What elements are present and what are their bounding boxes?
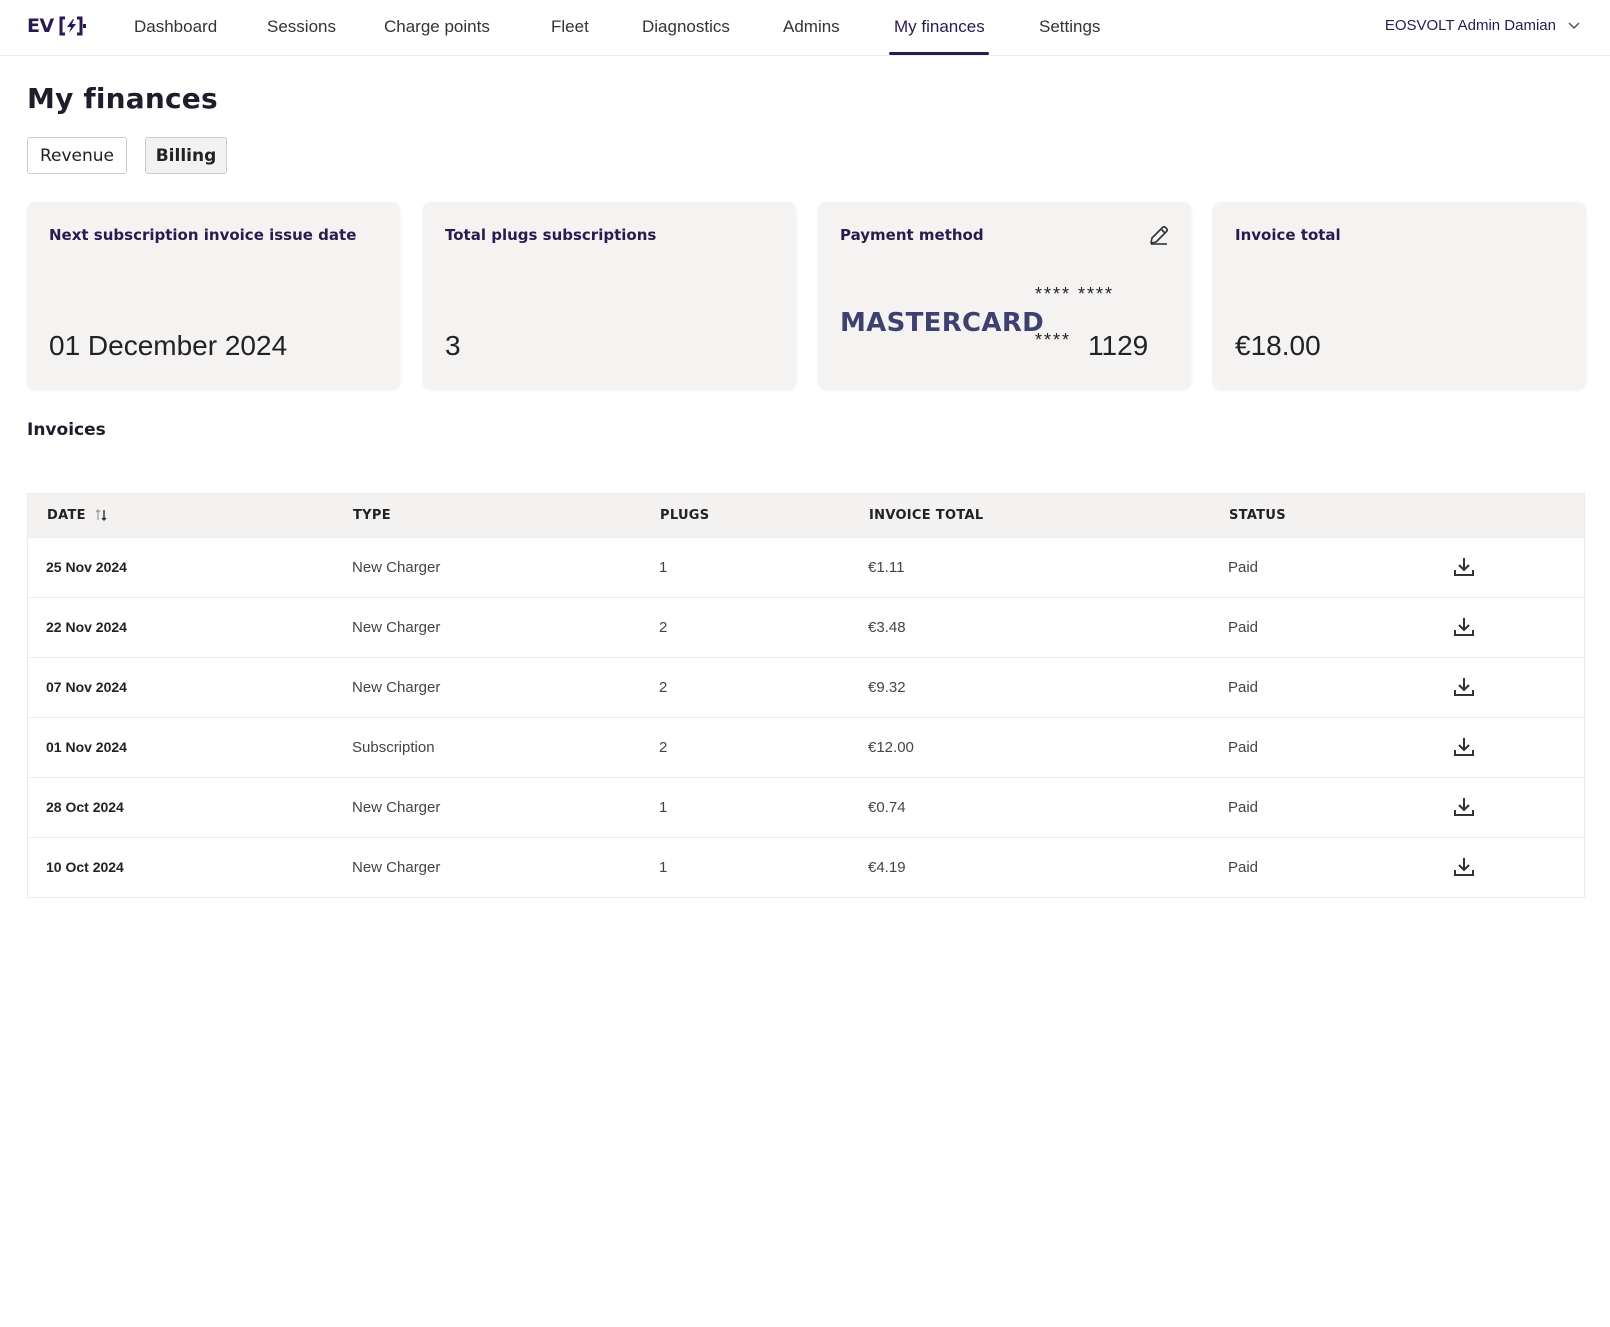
invoice-total: €4.19 <box>868 859 906 876</box>
payment-method-card: Payment method MASTERCARD **** **** ****… <box>818 202 1191 389</box>
total-plugs-value: 3 <box>445 330 461 361</box>
chevron-down-icon <box>1568 21 1580 29</box>
nav-sessions[interactable]: Sessions <box>267 17 336 37</box>
table-header: DATE TYPE PLUGS INVOICE TOTAL STATUS <box>28 494 1584 537</box>
invoice-total: €1.11 <box>868 559 905 576</box>
charging-plug-icon <box>59 16 86 36</box>
download-icon[interactable] <box>1452 855 1476 879</box>
column-plugs: PLUGS <box>660 508 710 523</box>
card-last-four: 1129 <box>1088 330 1149 361</box>
invoice-plugs: 2 <box>659 679 668 696</box>
table-row: 07 Nov 2024 New Charger 2 €9.32 Paid <box>28 657 1584 717</box>
active-nav-indicator <box>889 52 989 55</box>
invoice-date: 10 Oct 2024 <box>46 859 124 875</box>
table-row: 10 Oct 2024 New Charger 1 €4.19 Paid <box>28 837 1584 897</box>
card-title: Invoice total <box>1235 226 1341 244</box>
download-icon[interactable] <box>1452 555 1476 579</box>
card-title: Total plugs subscriptions <box>445 226 657 244</box>
table-row: 22 Nov 2024 New Charger 2 €3.48 Paid <box>28 597 1584 657</box>
tab-revenue[interactable]: Revenue <box>27 137 127 174</box>
tab-billing[interactable]: Billing <box>145 137 227 174</box>
invoice-date: 28 Oct 2024 <box>46 799 124 815</box>
nav-diagnostics[interactable]: Diagnostics <box>642 17 730 37</box>
invoice-total: €9.32 <box>868 679 906 696</box>
next-invoice-date-value: 01 December 2024 <box>49 330 288 361</box>
invoice-type: Subscription <box>352 739 435 756</box>
invoice-status: Paid <box>1228 679 1259 696</box>
invoice-date: 01 Nov 2024 <box>46 739 127 755</box>
nav-my-finances[interactable]: My finances <box>894 17 985 37</box>
invoice-status: Paid <box>1228 739 1259 756</box>
card-title: Next subscription invoice issue date <box>49 226 357 244</box>
invoice-total: €12.00 <box>868 739 914 756</box>
download-icon[interactable] <box>1452 615 1476 639</box>
user-name: EOSVOLT Admin Damian <box>1384 17 1556 34</box>
invoice-type: New Charger <box>352 559 441 576</box>
invoice-date: 07 Nov 2024 <box>46 679 127 695</box>
nav-dashboard[interactable]: Dashboard <box>134 17 217 37</box>
user-menu[interactable]: EOSVOLT Admin Damian <box>1385 17 1580 34</box>
invoice-total: €0.74 <box>868 799 906 816</box>
table-row: 25 Nov 2024 New Charger 1 €1.11 Paid <box>28 537 1584 597</box>
sort-icon[interactable] <box>95 508 107 522</box>
column-type: TYPE <box>353 508 391 523</box>
invoice-total-card: Invoice total €18.00 <box>1213 202 1586 389</box>
total-plugs-card: Total plugs subscriptions 3 <box>423 202 796 389</box>
invoices-title: Invoices <box>27 420 106 440</box>
card-number-mask: **** <box>1035 330 1072 350</box>
invoice-status: Paid <box>1228 799 1259 816</box>
pencil-icon[interactable] <box>1147 223 1171 247</box>
invoice-type: New Charger <box>352 859 441 876</box>
invoice-status: Paid <box>1228 859 1259 876</box>
column-status: STATUS <box>1229 508 1286 523</box>
next-invoice-date-card: Next subscription invoice issue date 01 … <box>27 202 400 389</box>
card-number-mask: **** **** <box>1035 284 1115 304</box>
card-title: Payment method <box>840 226 984 244</box>
invoice-plugs: 2 <box>659 739 668 756</box>
top-navigation: EV Dashboard Sessions Charge points Flee… <box>0 0 1610 56</box>
invoice-plugs: 1 <box>659 559 668 576</box>
nav-charge-points[interactable]: Charge points <box>384 17 490 37</box>
table-row: 01 Nov 2024 Subscription 2 €12.00 Paid <box>28 717 1584 777</box>
download-icon[interactable] <box>1452 735 1476 759</box>
invoices-table: DATE TYPE PLUGS INVOICE TOTAL STATUS 25 … <box>27 493 1585 898</box>
invoice-date: 22 Nov 2024 <box>46 619 127 635</box>
table-row: 28 Oct 2024 New Charger 1 €0.74 Paid <box>28 777 1584 837</box>
invoice-plugs: 1 <box>659 859 668 876</box>
column-date[interactable]: DATE <box>47 508 107 523</box>
invoice-total-value: €18.00 <box>1235 330 1321 361</box>
invoice-total: €3.48 <box>868 619 906 636</box>
logo[interactable]: EV <box>27 14 86 38</box>
nav-fleet[interactable]: Fleet <box>551 17 589 37</box>
nav-admins[interactable]: Admins <box>783 17 840 37</box>
invoice-status: Paid <box>1228 619 1259 636</box>
invoice-date: 25 Nov 2024 <box>46 559 127 575</box>
invoice-plugs: 1 <box>659 799 668 816</box>
invoice-type: New Charger <box>352 619 441 636</box>
column-invoice-total: INVOICE TOTAL <box>869 508 984 523</box>
page-title: My finances <box>27 82 218 115</box>
invoice-type: New Charger <box>352 799 441 816</box>
nav-settings[interactable]: Settings <box>1039 17 1100 37</box>
invoice-type: New Charger <box>352 679 441 696</box>
column-date-label: DATE <box>47 508 86 523</box>
card-brand: MASTERCARD <box>840 308 1045 338</box>
invoice-status: Paid <box>1228 559 1259 576</box>
download-icon[interactable] <box>1452 795 1476 819</box>
invoice-plugs: 2 <box>659 619 668 636</box>
logo-text: EV <box>27 15 54 37</box>
download-icon[interactable] <box>1452 675 1476 699</box>
